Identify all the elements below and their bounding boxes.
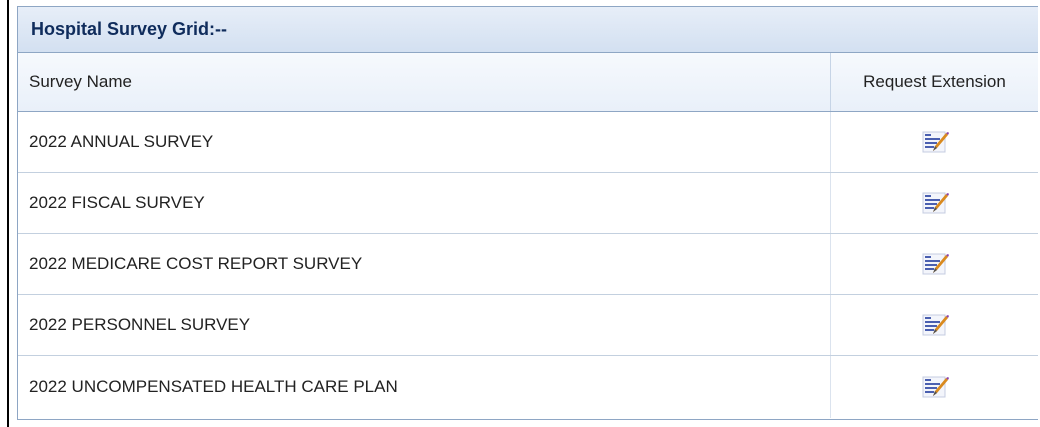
request-extension-cell	[830, 234, 1038, 294]
request-extension-cell	[830, 173, 1038, 233]
table-row: 2022 MEDICARE COST REPORT SURVEY	[18, 234, 1038, 295]
edit-icon[interactable]	[920, 252, 950, 276]
edit-icon[interactable]	[920, 130, 950, 154]
request-extension-cell	[830, 295, 1038, 355]
table-row: 2022 ANNUAL SURVEY	[18, 112, 1038, 173]
survey-name-cell: 2022 PERSONNEL SURVEY	[29, 315, 251, 334]
edit-icon[interactable]	[920, 191, 950, 215]
left-border-line	[7, 0, 9, 427]
table-row: 2022 PERSONNEL SURVEY	[18, 295, 1038, 356]
edit-icon[interactable]	[920, 375, 950, 399]
survey-name-cell: 2022 ANNUAL SURVEY	[29, 132, 214, 151]
column-header-request-extension[interactable]: Request Extension	[830, 53, 1038, 111]
survey-name-cell: 2022 FISCAL SURVEY	[29, 193, 205, 212]
grid-body: 2022 ANNUAL SURVEY 2022 FISCAL SURVEY 20…	[18, 112, 1038, 418]
table-row: 2022 UNCOMPENSATED HEALTH CARE PLAN	[18, 356, 1038, 418]
hospital-survey-grid: Hospital Survey Grid:-- Survey Name Requ…	[17, 6, 1038, 420]
request-extension-cell	[830, 356, 1038, 418]
grid-title: Hospital Survey Grid:--	[18, 7, 1038, 53]
survey-name-cell: 2022 UNCOMPENSATED HEALTH CARE PLAN	[29, 377, 398, 396]
edit-icon[interactable]	[920, 313, 950, 337]
grid-header-row: Survey Name Request Extension	[18, 53, 1038, 112]
table-row: 2022 FISCAL SURVEY	[18, 173, 1038, 234]
request-extension-cell	[830, 112, 1038, 172]
column-header-survey-name[interactable]: Survey Name	[18, 53, 830, 111]
survey-name-cell: 2022 MEDICARE COST REPORT SURVEY	[29, 254, 363, 273]
